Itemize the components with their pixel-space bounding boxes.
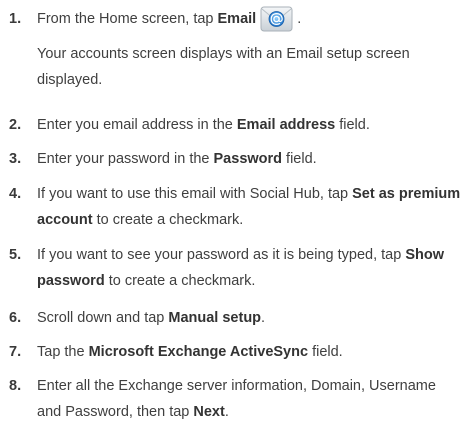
step-text: If you want to see your password as it i… (37, 242, 463, 294)
step-1: 1. From the Home screen, tap Email . (0, 6, 467, 32)
step-number: 2. (9, 117, 22, 133)
step-text: Enter all the Exchange server informatio… (37, 373, 463, 425)
step-text-part: If you want to see your password as it i… (37, 247, 406, 263)
step-text-part: Scroll down and tap (37, 310, 169, 326)
step-text-part: to create a checkmark. (104, 273, 256, 289)
step-text: Enter your password in the Password fiel… (37, 146, 463, 172)
step-text-part: field. (308, 344, 343, 360)
step-number: 6. (9, 310, 22, 326)
step-text-part: If you want to use this email with Socia… (37, 186, 353, 202)
step-number: 5. (9, 247, 22, 263)
step-text-part: . (224, 404, 229, 420)
step-number: 8. (9, 378, 22, 394)
email-address-label: Email address (236, 117, 336, 133)
email-icon (260, 6, 293, 32)
step-text: Tap the Microsoft Exchange ActiveSync fi… (37, 339, 463, 365)
step-number: 7. (9, 344, 22, 360)
step-2: 2. Enter you email address in the Email … (0, 112, 467, 138)
step-text: If you want to use this email with Socia… (37, 181, 463, 233)
step-number: 3. (9, 151, 22, 167)
step-number: 4. (9, 186, 22, 202)
step-text-part: Enter all the Exchange server informatio… (37, 378, 436, 420)
email-app-label: Email (217, 11, 257, 27)
next-label: Next (193, 404, 225, 420)
step-text: Scroll down and tap Manual setup. (37, 305, 463, 331)
step-text-part: From the Home screen, tap (37, 11, 218, 27)
step-4: 4. If you want to use this email with So… (0, 181, 467, 233)
step-text-part: field. (282, 151, 317, 167)
manual-setup-label: Manual setup (168, 310, 262, 326)
step-3: 3. Enter your password in the Password f… (0, 146, 467, 172)
step-7: 7. Tap the Microsoft Exchange ActiveSync… (0, 339, 467, 365)
step-8: 8. Enter all the Exchange server informa… (0, 373, 467, 425)
step-text-part: Tap the (37, 344, 89, 360)
step-number: 1. (9, 11, 22, 27)
microsoft-exchange-activesync-label: Microsoft Exchange ActiveSync (88, 344, 309, 360)
step-text-part: Enter you email address in the (37, 117, 237, 133)
step-text-part: field. (335, 117, 370, 133)
step-text-part: . (293, 11, 302, 27)
password-label: Password (213, 151, 283, 167)
step-text-part: to create a checkmark. (92, 212, 244, 228)
step-text-part: . (261, 310, 266, 326)
step-text: From the Home screen, tap Email . (37, 6, 463, 32)
step-1-result: Your accounts screen displays with an Em… (37, 46, 410, 88)
step-6: 6. Scroll down and tap Manual setup. (0, 305, 467, 331)
step-5: 5. If you want to see your password as i… (0, 242, 467, 294)
instructions-page: { "steps": [ { "num": "1.", "parts": ["F… (0, 0, 467, 442)
step-text-part: Enter your password in the (37, 151, 214, 167)
step-text: Enter you email address in the Email add… (37, 112, 463, 138)
